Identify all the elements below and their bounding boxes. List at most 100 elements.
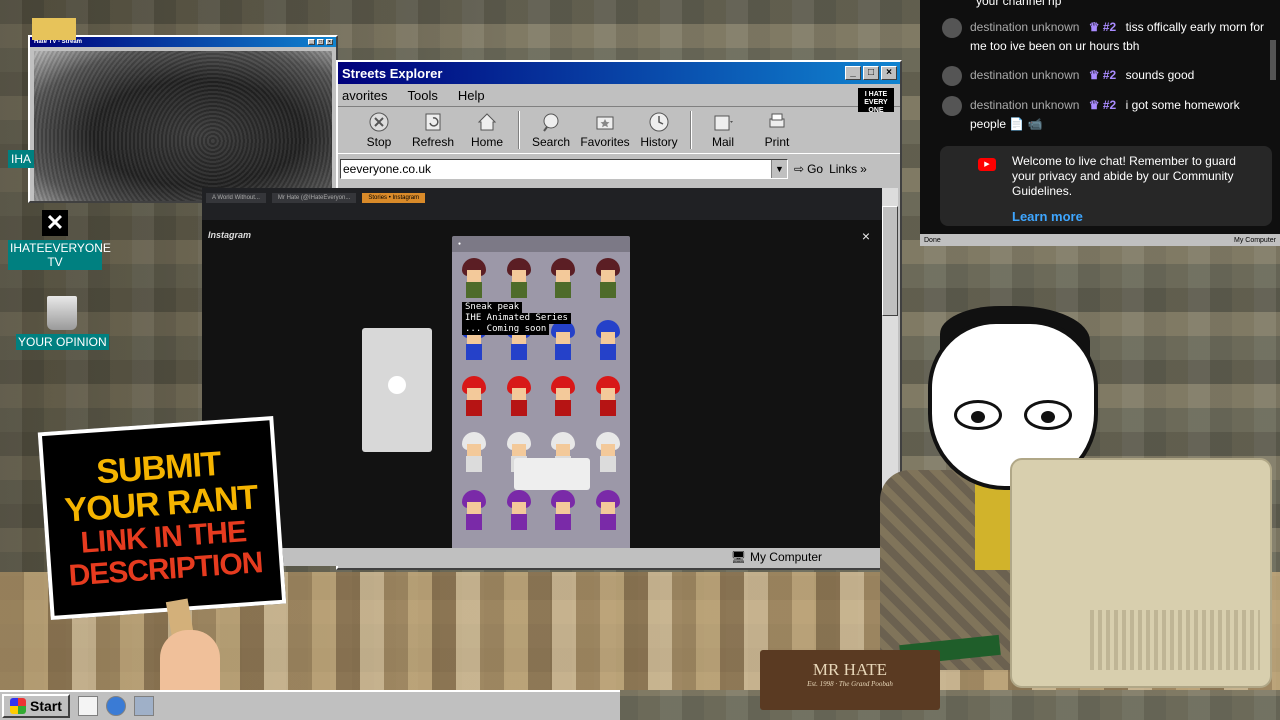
story-header: ● bbox=[452, 236, 630, 252]
sprite-row bbox=[452, 376, 630, 416]
menu-bar: avorites Tools Help bbox=[338, 84, 900, 106]
history-button[interactable]: History bbox=[632, 111, 686, 149]
desktop-icon[interactable] bbox=[133, 696, 154, 716]
search-button[interactable]: Search bbox=[524, 111, 578, 149]
chat-message: destination unknown ♛ #2 sounds good bbox=[920, 66, 1280, 86]
links-button[interactable]: Links » bbox=[829, 162, 867, 176]
desktop-icon-your-opinion[interactable]: YOUR OPINION bbox=[16, 296, 109, 350]
address-dropdown-icon[interactable]: ▼ bbox=[771, 160, 787, 178]
menu-tools[interactable]: Tools bbox=[406, 88, 440, 103]
browser-tab[interactable]: A World Without... bbox=[206, 193, 266, 203]
go-label: Go bbox=[807, 162, 824, 176]
story-avatar bbox=[388, 376, 406, 394]
browser-tab[interactable]: Mr Hate (@IHateEveryon... bbox=[271, 193, 357, 203]
story-caption-line: IHE Animated Series bbox=[462, 313, 571, 324]
refresh-icon bbox=[425, 113, 441, 131]
chat-status-bar: Done My Computer bbox=[920, 234, 1280, 246]
menu-help[interactable]: Help bbox=[456, 88, 487, 103]
sprite-row bbox=[452, 258, 630, 298]
member-badge: ♛ #2 bbox=[1088, 98, 1117, 112]
refresh-button[interactable]: Refresh bbox=[406, 111, 460, 149]
chat-scroll-indicator[interactable] bbox=[1270, 40, 1276, 80]
story-caption: Sneak peak IHE Animated Series ... Comin… bbox=[462, 302, 571, 335]
folder-icon[interactable] bbox=[32, 18, 76, 40]
scrollbar-thumb[interactable] bbox=[882, 206, 898, 316]
browser-tabstrip: A World Without... Mr Hate (@IHateEveryo… bbox=[202, 188, 882, 208]
sprite-row bbox=[452, 490, 630, 530]
notepad-icon[interactable] bbox=[77, 696, 98, 716]
go-button[interactable]: ⇨ Go bbox=[794, 162, 823, 176]
explorer-title: Streets Explorer bbox=[342, 65, 443, 81]
desktop-icon-label: IHATEEVERYONE TV bbox=[8, 240, 111, 270]
address-text: eeveryone.co.uk bbox=[343, 162, 432, 176]
badge-text: #2 bbox=[1102, 68, 1117, 82]
status-left: Done bbox=[924, 236, 941, 244]
browser-tab-active[interactable]: Stories • Instagram bbox=[362, 193, 426, 203]
mascot-eye bbox=[954, 400, 1002, 430]
badge-text: #2 bbox=[1102, 20, 1117, 34]
close-button[interactable]: × bbox=[881, 66, 897, 80]
address-bar: eeveryone.co.uk ▼ ⇨ Go Links » bbox=[338, 154, 900, 184]
stop-button[interactable]: Stop bbox=[352, 111, 406, 149]
x-logo-icon: ✕ bbox=[42, 210, 68, 236]
mail-button[interactable]: Mail bbox=[696, 111, 750, 149]
toolbar-divider bbox=[518, 111, 520, 149]
chat-author[interactable]: destination unknown bbox=[970, 98, 1079, 112]
browser-icon[interactable] bbox=[105, 696, 126, 716]
stream-video[interactable] bbox=[34, 51, 332, 201]
browser-viewport: A World Without... Mr Hate (@IHateEveryo… bbox=[202, 188, 882, 550]
browser-url-strip bbox=[202, 208, 882, 220]
stream-window: Hate TV - Stream _ □ × bbox=[28, 35, 338, 203]
chat-author[interactable]: destination unknown bbox=[970, 68, 1079, 82]
address-input[interactable]: eeveryone.co.uk ▼ bbox=[340, 159, 788, 179]
favorites-label: Favorites bbox=[580, 135, 630, 149]
previous-story-card[interactable] bbox=[362, 328, 432, 452]
learn-more-link[interactable]: Learn more bbox=[1012, 209, 1260, 224]
stop-icon bbox=[369, 112, 389, 132]
maximize-button[interactable]: □ bbox=[863, 66, 879, 80]
start-button[interactable]: Start bbox=[2, 694, 70, 718]
toolbar: Stop Refresh Home Search Favorites Histo… bbox=[338, 106, 900, 154]
computer-icon: 🖥 bbox=[730, 550, 746, 564]
story-caption-line: Sneak peak bbox=[462, 302, 523, 313]
print-button[interactable]: Print bbox=[750, 111, 804, 149]
search-label: Search bbox=[531, 135, 571, 149]
home-button[interactable]: Home bbox=[460, 111, 514, 149]
minimize-button[interactable]: _ bbox=[845, 66, 861, 80]
close-icon[interactable]: × bbox=[862, 228, 870, 244]
start-label: Start bbox=[30, 698, 62, 714]
avatar bbox=[942, 66, 962, 86]
history-icon bbox=[649, 112, 669, 132]
rant-sign: SUBMIT YOUR RANT LINK IN THE DESCRIPTION bbox=[37, 415, 287, 621]
member-badge: ♛ #2 bbox=[1088, 68, 1117, 82]
story-caption-line: ... Coming soon bbox=[462, 324, 550, 335]
minimize-button[interactable]: _ bbox=[308, 39, 315, 45]
menu-favorites[interactable]: avorites bbox=[340, 88, 390, 103]
status-bar: 🖥 My Computer bbox=[282, 548, 902, 566]
notice-text: Welcome to live chat! Remember to guard … bbox=[1012, 154, 1236, 198]
story-viewer[interactable]: ● Sneak peak IHE Animated Series ... Com… bbox=[452, 236, 630, 550]
chevron-right-icon: » bbox=[860, 162, 867, 176]
favorites-icon bbox=[596, 116, 614, 130]
mascot-eye bbox=[1024, 400, 1072, 430]
explorer-window: Streets Explorer _ □ × avorites Tools He… bbox=[202, 60, 902, 570]
mascot-undershirt bbox=[975, 480, 1015, 570]
brand-logo: I HATE EVERY ONE bbox=[858, 88, 894, 114]
toolbar-divider bbox=[690, 111, 692, 149]
nameplate-name: MR HATE bbox=[812, 660, 888, 679]
avatar bbox=[942, 96, 962, 116]
close-button[interactable]: × bbox=[326, 39, 333, 45]
home-label: Home bbox=[470, 135, 503, 149]
live-chat-panel: your channel rip destination unknown ♛ #… bbox=[920, 0, 1280, 234]
desktop-icon-ihateeveryone-tv[interactable]: ✕ IHATEEVERYONE TV bbox=[8, 210, 111, 270]
print-icon bbox=[769, 113, 785, 128]
story-popup bbox=[514, 458, 590, 490]
recycle-bin-icon bbox=[47, 296, 78, 330]
maximize-button[interactable]: □ bbox=[317, 39, 324, 45]
avatar bbox=[942, 18, 962, 38]
chat-author[interactable]: destination unknown bbox=[970, 20, 1079, 34]
youtube-icon: ▶ bbox=[978, 158, 996, 171]
nameplate: MR HATE Est. 1998 · The Grand Poobah bbox=[760, 650, 940, 710]
favorites-button[interactable]: Favorites bbox=[578, 111, 632, 149]
taskbar: Start bbox=[0, 690, 620, 720]
